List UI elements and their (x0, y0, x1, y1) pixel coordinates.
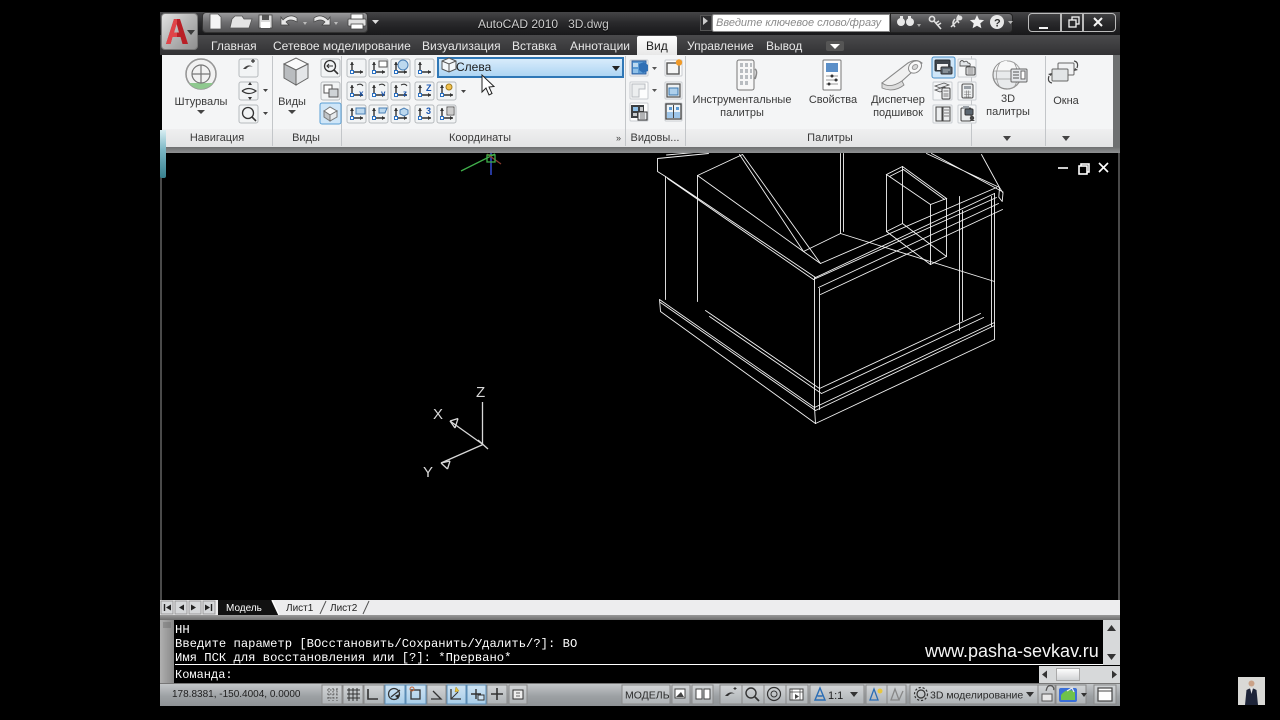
svg-text:?: ? (994, 18, 1001, 30)
svg-text:v: v (381, 89, 386, 98)
svg-text:Лист2: Лист2 (330, 603, 358, 614)
svg-text:1:1: 1:1 (828, 690, 843, 702)
svg-text:МОДЕЛЬ: МОДЕЛЬ (625, 690, 670, 702)
svg-text:3D моделирование: 3D моделирование (930, 690, 1023, 702)
svg-text:Z: Z (426, 83, 432, 93)
svg-text:3: 3 (426, 106, 431, 116)
svg-text:Модель: Модель (226, 603, 262, 614)
svg-text:z: z (403, 89, 407, 98)
svg-text:x: x (359, 89, 364, 98)
svg-text:Z: Z (476, 384, 485, 401)
svg-text:Y: Y (423, 464, 433, 481)
svg-text:X: X (433, 406, 443, 423)
svg-text:Лист1: Лист1 (286, 603, 314, 614)
